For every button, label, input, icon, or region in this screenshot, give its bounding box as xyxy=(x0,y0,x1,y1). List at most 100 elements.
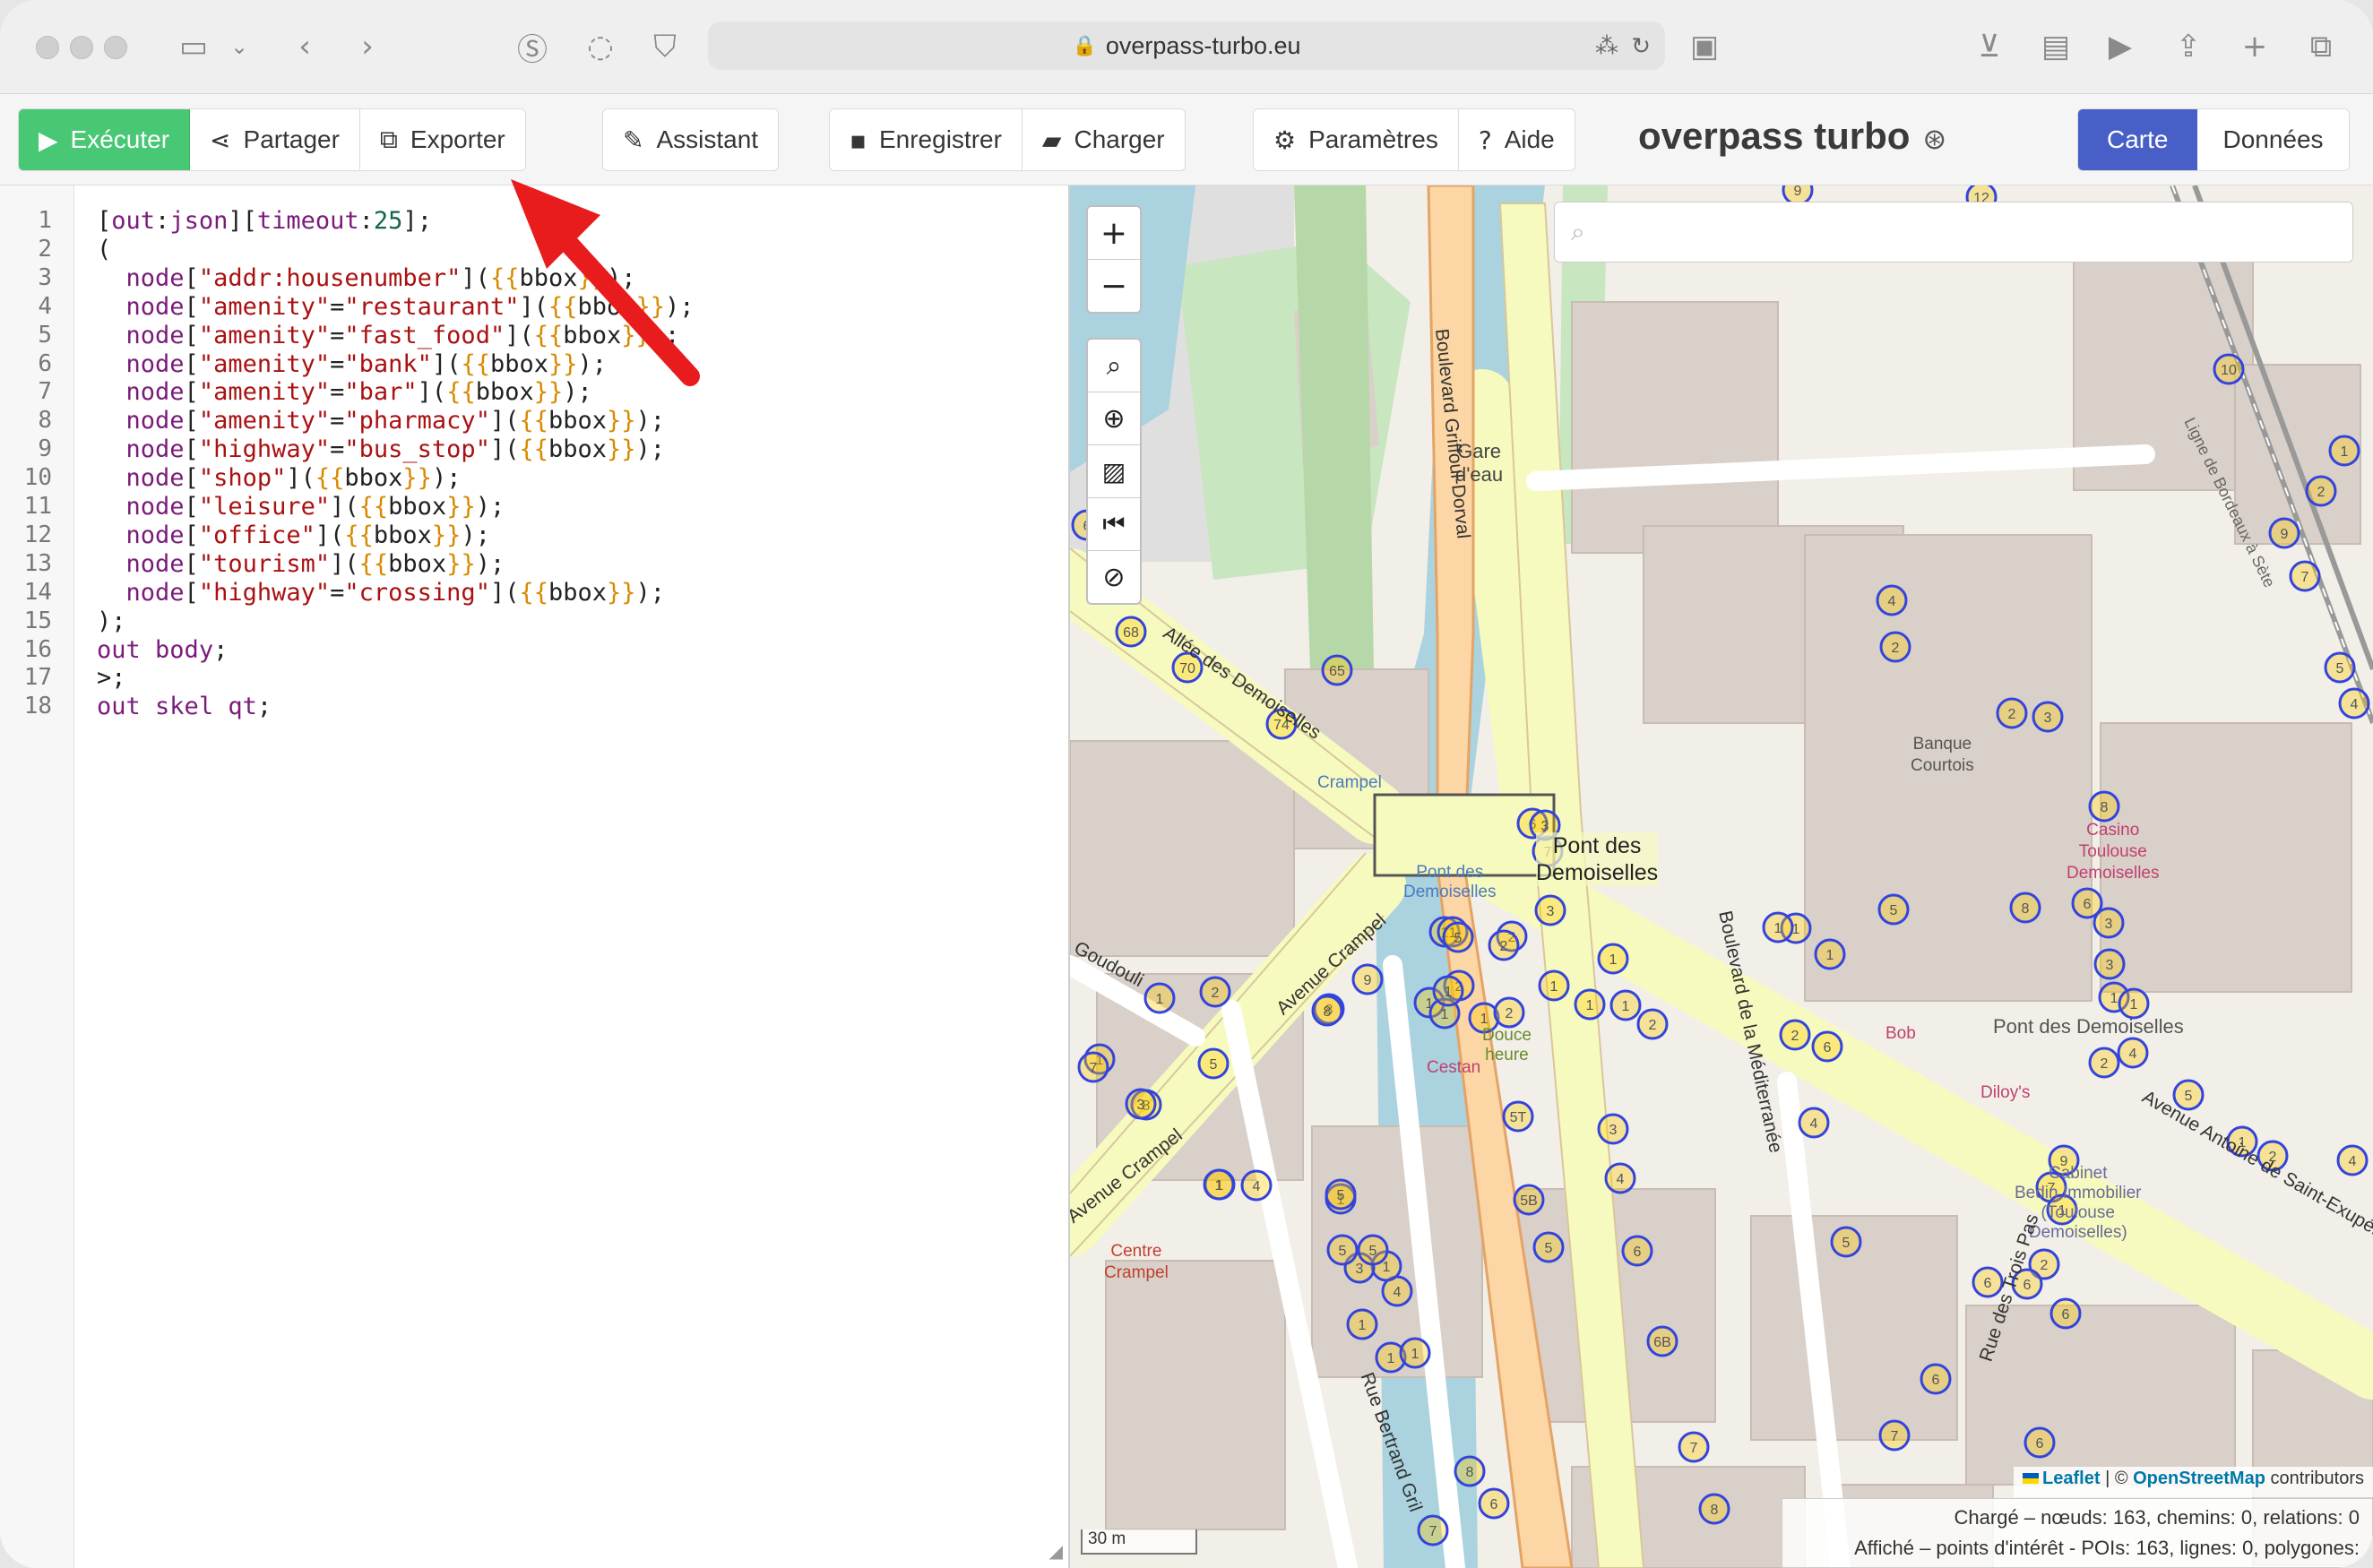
image-icon[interactable]: ▨ xyxy=(1088,445,1140,498)
code-line[interactable]: node["shop"]({{bbox}}); xyxy=(97,464,462,492)
code-line[interactable]: node["tourism"]({{bbox}}); xyxy=(97,550,505,578)
poi-marker[interactable]: 1 xyxy=(1203,1168,1235,1201)
code-line[interactable]: ( xyxy=(97,236,111,263)
chevron-down-icon[interactable]: ⌄ xyxy=(226,25,253,68)
poi-marker[interactable]: 8 xyxy=(1698,1493,1730,1525)
poi-marker[interactable]: 6B xyxy=(1646,1325,1678,1357)
poi-marker[interactable]: 68 xyxy=(1115,616,1147,648)
poi-marker[interactable]: 2 xyxy=(1199,976,1231,1008)
back-icon[interactable]: ‹ xyxy=(287,25,323,68)
skip-back-icon[interactable]: ⏮ xyxy=(1088,498,1140,551)
tabs-overview-icon[interactable]: ⧉ xyxy=(2301,25,2341,68)
poi-marker[interactable]: 3 xyxy=(1534,894,1566,926)
poi-marker[interactable]: 5 xyxy=(1357,1234,1389,1266)
poi-marker[interactable]: 1 xyxy=(2118,987,2150,1020)
load-button[interactable]: ▰ Charger xyxy=(1023,109,1185,170)
poi-marker[interactable]: 3 xyxy=(1125,1088,1157,1120)
poi-marker[interactable]: 1 xyxy=(1346,1308,1378,1340)
privacy-shield-icon[interactable]: ⛉ xyxy=(645,25,685,68)
poi-marker[interactable]: 8 xyxy=(2088,790,2120,823)
poi-marker[interactable]: 4 xyxy=(1240,1169,1273,1202)
poi-marker[interactable]: 3 xyxy=(2032,701,2064,733)
share-button[interactable]: ⋖ Partager xyxy=(190,109,360,170)
poi-marker[interactable]: 8 xyxy=(2009,892,2041,924)
media-icon[interactable]: ▶ xyxy=(2101,25,2140,68)
poi-marker[interactable]: 8 xyxy=(1454,1455,1486,1487)
resize-handle[interactable]: ◢ xyxy=(1049,1540,1063,1563)
code-line[interactable]: node["highway"="crossing"]({{bbox}}); xyxy=(97,579,666,607)
poi-marker[interactable]: 7 xyxy=(1417,1514,1449,1546)
code-line[interactable]: node["leisure"]({{bbox}}); xyxy=(97,493,505,521)
minimize-window-button[interactable] xyxy=(70,36,93,59)
translate-icon[interactable]: ⁂ xyxy=(1595,32,1618,60)
poi-marker[interactable]: 5 xyxy=(1532,1231,1565,1263)
poi-marker[interactable]: 5B xyxy=(1513,1184,1545,1216)
osm-link[interactable]: OpenStreetMap xyxy=(2133,1469,2265,1488)
poi-marker[interactable]: 1 xyxy=(1432,975,1464,1007)
poi-marker[interactable]: 1 xyxy=(1609,989,1642,1021)
poi-marker[interactable]: 1 xyxy=(1538,969,1570,1002)
poi-marker[interactable]: 5 xyxy=(1830,1226,1862,1258)
poi-marker[interactable]: 7 xyxy=(1878,1419,1911,1452)
zoom-in-button[interactable]: + xyxy=(1088,207,1140,260)
poi-marker[interactable]: 1 xyxy=(1814,938,1846,970)
map-tiles[interactable]: 9121012974254687065746328863311245124971… xyxy=(1070,185,2373,1568)
sidebar-icon[interactable]: ▭ xyxy=(174,25,213,68)
poi-marker[interactable]: 2 xyxy=(1996,697,2028,729)
poi-marker[interactable]: 5 xyxy=(1442,921,1474,953)
poi-marker[interactable]: 5 xyxy=(1877,893,1910,926)
poi-marker[interactable]: 1 xyxy=(1597,943,1629,975)
poi-marker[interactable]: 2 xyxy=(2305,475,2337,507)
poi-marker[interactable]: 4 xyxy=(2336,1144,2369,1176)
poi-marker[interactable]: 6 xyxy=(1920,1363,1952,1395)
extension-icon[interactable]: Ⓢ xyxy=(513,25,552,68)
poi-marker[interactable]: 3 xyxy=(2093,907,2125,939)
poi-marker[interactable]: 2 xyxy=(2088,1047,2120,1079)
poi-marker[interactable]: 4 xyxy=(2117,1037,2149,1069)
poi-marker[interactable]: 6 xyxy=(1811,1030,1843,1063)
poi-marker[interactable]: 1 xyxy=(1762,911,1794,943)
poi-marker[interactable]: 2 xyxy=(1636,1008,1669,1040)
poi-marker[interactable]: 2 xyxy=(1493,996,1525,1029)
save-button[interactable]: ▪ Enregistrer xyxy=(830,109,1023,170)
poi-marker[interactable]: 4 xyxy=(1604,1162,1636,1194)
poi-marker[interactable]: 1 xyxy=(1143,982,1176,1014)
settings-button[interactable]: ⚙ Paramètres xyxy=(1254,109,1459,170)
poi-marker[interactable]: 2 xyxy=(1488,929,1520,961)
wizard-button[interactable]: ✎ Assistant xyxy=(603,109,778,170)
code-line[interactable]: node["amenity"="pharmacy"]({{bbox}}); xyxy=(97,407,666,435)
code-line[interactable]: >; xyxy=(97,664,126,692)
address-bar[interactable]: 🔒 overpass-turbo.eu ⁂ ↻ xyxy=(708,22,1665,70)
poi-marker[interactable]: 6 xyxy=(1478,1487,1510,1520)
poi-marker[interactable]: 6 xyxy=(1621,1235,1653,1267)
forward-icon[interactable]: › xyxy=(349,25,385,68)
poi-marker[interactable]: 9 xyxy=(1351,963,1384,995)
zoom-window-button[interactable] xyxy=(104,36,127,59)
poi-marker[interactable]: 6 xyxy=(2049,1297,2082,1330)
poi-marker[interactable]: 8 xyxy=(1311,995,1343,1027)
poi-marker[interactable]: 4 xyxy=(1798,1107,1830,1139)
share-icon[interactable]: ⇪ xyxy=(2169,25,2208,68)
new-tab-icon[interactable]: + xyxy=(2235,25,2274,68)
map-search-input[interactable]: ⌕ xyxy=(1554,202,2353,263)
export-button[interactable]: ⧉ Exporter xyxy=(360,109,525,170)
poi-marker[interactable]: 6 xyxy=(2024,1426,2056,1459)
code-line[interactable]: [out:json][timeout:25]; xyxy=(97,207,432,235)
poi-marker[interactable]: 3 xyxy=(1597,1113,1629,1145)
reader-icon[interactable]: ▤ xyxy=(2036,25,2075,68)
poi-marker[interactable]: 4 xyxy=(1876,584,1908,616)
help-button[interactable]: ? Aide xyxy=(1459,109,1575,170)
poi-marker[interactable]: 5T xyxy=(1502,1100,1534,1133)
poi-marker[interactable]: 9 xyxy=(2268,517,2300,549)
tab-data[interactable]: Données xyxy=(2197,109,2348,170)
poi-marker[interactable]: 7 xyxy=(1678,1431,1710,1463)
poi-marker[interactable]: 2 xyxy=(1779,1019,1811,1051)
code-line[interactable]: out body; xyxy=(97,636,228,664)
poi-marker[interactable]: 5 xyxy=(2324,651,2356,684)
code-line[interactable]: ); xyxy=(97,607,126,635)
poi-marker[interactable]: 7 xyxy=(1077,1051,1109,1083)
poi-marker[interactable]: 2 xyxy=(1879,631,1911,663)
poi-marker[interactable]: 1 xyxy=(2328,435,2360,467)
poi-marker[interactable]: 5 xyxy=(1197,1047,1230,1080)
map-view[interactable]: 9121012974254687065746328863311245124971… xyxy=(1070,185,2373,1568)
